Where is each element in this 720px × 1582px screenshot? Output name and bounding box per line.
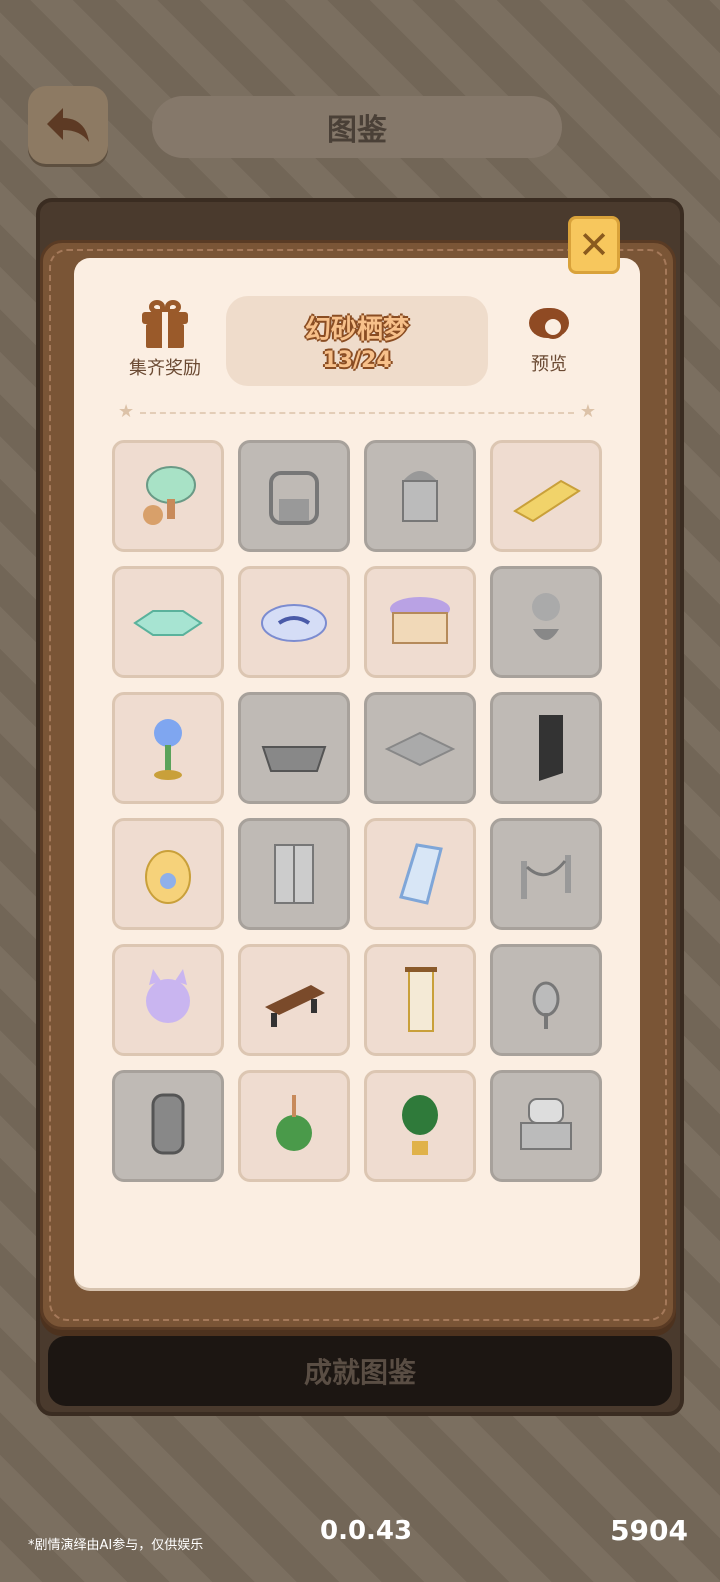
page-title: 图鉴 (152, 96, 562, 158)
collection-reward-button[interactable]: 集齐奖励 (118, 300, 212, 382)
canopy-pavilion-icon (402, 471, 438, 522)
collection-item-floor-tile[interactable] (364, 692, 476, 804)
collection-item-vanity-mirror[interactable] (112, 1070, 224, 1182)
collection-item-rope-barrier[interactable] (490, 818, 602, 930)
version-label: 0.0.43 (320, 1516, 413, 1546)
bathtub-icon (261, 746, 327, 772)
preview-button[interactable]: 预览 (512, 308, 586, 382)
rope-barrier-icon (521, 855, 571, 899)
divider: ★ ★ (118, 401, 596, 422)
dresser-table-icon (520, 1098, 572, 1150)
collection-item-wall-lamp[interactable] (112, 440, 224, 552)
ornate-bed-frame-icon (269, 471, 319, 525)
flower-vase-icon (532, 593, 560, 640)
preview-label: 预览 (531, 354, 567, 375)
collection-item-hand-mirror[interactable] (490, 944, 602, 1056)
collection-item-dresser-table[interactable] (490, 1070, 602, 1182)
close-button[interactable]: ✕ (568, 216, 620, 274)
hanging-egg-chair-icon (145, 850, 191, 904)
ai-disclaimer: *剧情演绎由AI参与，仅供娱乐 (28, 1538, 204, 1553)
set-name: 幻砂栖梦 (304, 315, 409, 345)
set-progress: 13/24 (322, 348, 392, 373)
floor-tile-icon (384, 731, 456, 767)
potted-plant-icon (402, 1095, 438, 1155)
floral-mirror-icon (399, 843, 443, 905)
star-icon: ★ (579, 401, 596, 422)
back-button[interactable] (28, 86, 108, 164)
blue-flower-lamp-icon (154, 719, 182, 780)
set-header: 幻砂栖梦 13/24 (226, 296, 488, 386)
hanging-plant-icon (276, 1095, 312, 1151)
collection-item-cat-plush[interactable] (112, 944, 224, 1056)
back-arrow-icon (47, 108, 89, 142)
collection-item-tasseled-rug[interactable] (490, 440, 602, 552)
cat-plush-icon (146, 969, 190, 1023)
reward-label: 集齐奖励 (129, 358, 201, 379)
collection-item-canopy-pavilion[interactable] (364, 440, 476, 552)
collection-item-ornate-bed-frame[interactable] (238, 440, 350, 552)
collection-item-potted-plant[interactable] (364, 1070, 476, 1182)
collection-item-blue-flower-lamp[interactable] (112, 692, 224, 804)
collection-item-wall-panel[interactable] (490, 692, 602, 804)
collection-item-flower-vase[interactable] (490, 566, 602, 678)
wall-panel-icon (539, 715, 563, 781)
teal-floor-rug-icon (133, 610, 203, 636)
footer-number: 5904 (610, 1514, 688, 1547)
collection-item-floral-mirror[interactable] (364, 818, 476, 930)
wall-lamp-icon (143, 466, 196, 525)
blue-oval-rug-icon (261, 604, 327, 642)
gift-icon (142, 300, 188, 348)
collection-item-purple-ottoman[interactable] (364, 566, 476, 678)
achievement-catalog-button[interactable]: 成就图鉴 (48, 1336, 672, 1406)
guqin-table-icon (265, 985, 325, 1027)
collection-item-hanging-plant[interactable] (238, 1070, 350, 1182)
collection-item-wardrobe[interactable] (238, 818, 350, 930)
collection-item-hanging-egg-chair[interactable] (112, 818, 224, 930)
collection-item-hanging-scroll[interactable] (364, 944, 476, 1056)
hand-mirror-icon (532, 981, 560, 1029)
collection-item-blue-oval-rug[interactable] (238, 566, 350, 678)
eye-icon (529, 308, 569, 339)
collection-item-teal-floor-rug[interactable] (112, 566, 224, 678)
tasseled-rug-icon (513, 479, 581, 523)
collection-item-guqin-table[interactable] (238, 944, 350, 1056)
close-icon: ✕ (578, 223, 610, 267)
vanity-mirror-icon (151, 1093, 185, 1155)
collection-item-bathtub[interactable] (238, 692, 350, 804)
wardrobe-icon (274, 844, 314, 904)
hanging-scroll-icon (405, 967, 437, 1032)
item-grid (112, 440, 602, 1182)
star-icon: ★ (118, 401, 135, 422)
purple-ottoman-icon (390, 597, 450, 644)
